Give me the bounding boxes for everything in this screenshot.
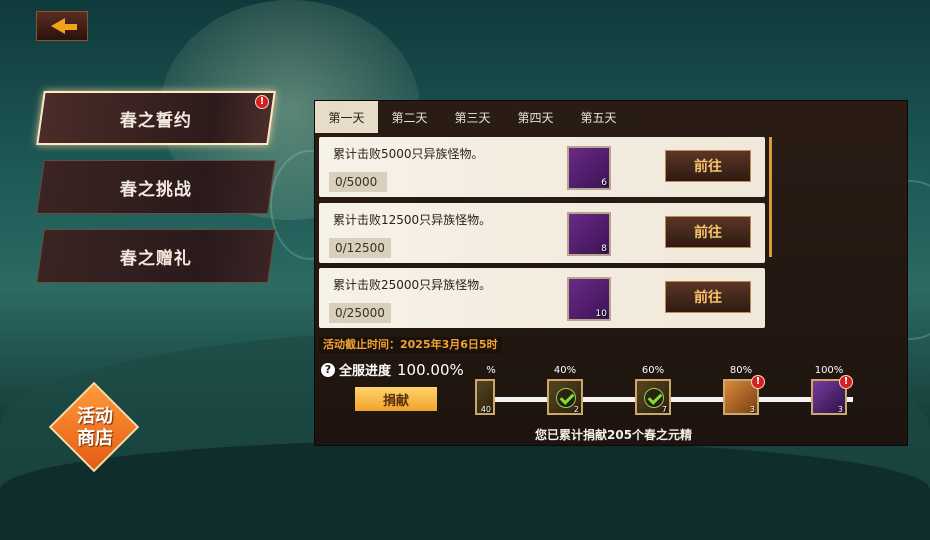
reward-count: 8 (601, 244, 607, 254)
task-row: 累计击败5000只异族怪物。 0/5000 6 前往 (319, 137, 765, 197)
sidebar-item-label: 春之挑战 (120, 179, 192, 200)
go-button[interactable]: 前往 (665, 150, 751, 182)
reward-count: 3 (837, 405, 843, 414)
task-description: 累计击败5000只异族怪物。 (333, 147, 484, 161)
green-flame-icon[interactable]: 10 (567, 277, 611, 321)
server-progress-value: 100.00% (397, 360, 464, 379)
reward-count: 10 (595, 309, 607, 319)
tab-day-4[interactable]: 第四天 (504, 101, 567, 133)
sidebar-item-spring-gift[interactable]: 春之赠礼 (36, 229, 276, 283)
task-row: 累计击败25000只异族怪物。 0/25000 10 前往 (319, 268, 765, 328)
scrollbar[interactable] (769, 137, 772, 257)
back-button[interactable] (36, 11, 88, 41)
event-shop-label: 活动 商店 (77, 406, 113, 449)
sidebar-item-label: 春之誓约 (120, 110, 192, 131)
task-description: 累计击败25000只异族怪物。 (333, 278, 492, 292)
sidebar-item-spring-pledge[interactable]: 春之誓约 (36, 91, 276, 145)
alert-badge-icon: ! (255, 95, 269, 109)
green-flame-icon[interactable]: 8 (567, 212, 611, 256)
task-progress: 0/25000 (329, 303, 391, 323)
milestone-reward-icon[interactable]: 2 (547, 379, 583, 415)
server-progress: ? 全服进度 100.00% (321, 360, 464, 379)
day-tabs: 第一天 第二天 第三天 第四天 第五天 (315, 101, 630, 133)
task-panel: 第一天 第二天 第三天 第四天 第五天 累计击败5000只异族怪物。 0/500… (314, 100, 908, 446)
reward-count: 3 (749, 405, 755, 414)
go-button[interactable]: 前往 (665, 281, 751, 313)
tab-day-3[interactable]: 第三天 (441, 101, 504, 133)
sidebar-item-spring-challenge[interactable]: 春之挑战 (36, 160, 276, 214)
milestone-percent: % (486, 365, 496, 376)
task-progress: 0/12500 (329, 238, 391, 258)
milestone-percent: 40% (553, 365, 577, 376)
green-flame-icon[interactable]: 6 (567, 146, 611, 190)
task-row: 累计击败12500只异族怪物。 0/12500 8 前往 (319, 203, 765, 263)
reward-count: 6 (601, 178, 607, 188)
tab-day-5[interactable]: 第五天 (567, 101, 630, 133)
reward-count: 2 (573, 405, 579, 414)
donate-button[interactable]: 捐献 (355, 387, 437, 411)
sidebar-item-label: 春之赠礼 (120, 248, 192, 269)
milestone-percent: 60% (641, 365, 665, 376)
question-icon[interactable]: ? (321, 362, 335, 377)
milestone-reward-icon[interactable]: 40 (475, 379, 495, 415)
deadline-text: 活动截止时间：2025年3月6日5时 (319, 337, 502, 353)
task-progress: 0/5000 (329, 172, 387, 192)
reward-count: 7 (661, 405, 667, 414)
milestone-reward-icon[interactable]: 7 (635, 379, 671, 415)
server-progress-label: 全服进度 (339, 364, 392, 379)
alert-badge-icon: ! (839, 375, 853, 389)
alert-badge-icon: ! (751, 375, 765, 389)
go-button[interactable]: 前往 (665, 216, 751, 248)
reward-count: 40 (480, 405, 491, 414)
donated-summary: 您已累计捐献205个春之元精 (535, 428, 693, 442)
task-description: 累计击败12500只异族怪物。 (333, 213, 492, 227)
tab-day-2[interactable]: 第二天 (378, 101, 441, 133)
tab-day-1[interactable]: 第一天 (315, 101, 378, 133)
